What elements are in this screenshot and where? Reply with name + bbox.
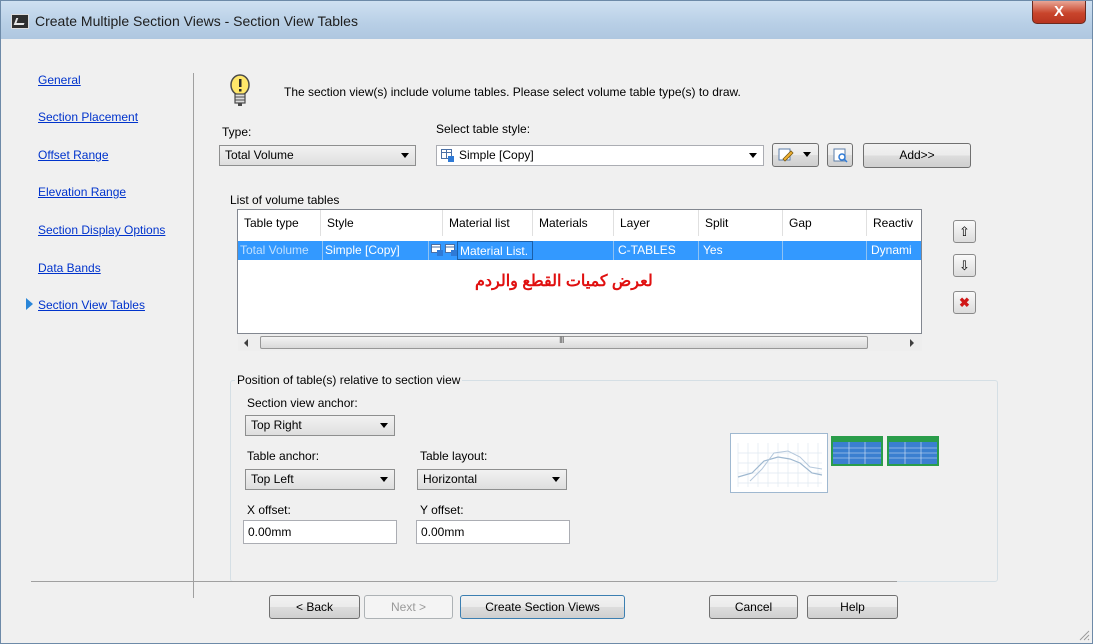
nav-item-section-placement[interactable]: Section Placement (38, 110, 138, 124)
table-layout-select[interactable]: Horizontal (417, 469, 567, 490)
app-icon (11, 14, 29, 29)
table-style-value: Simple [Copy] (459, 148, 534, 162)
table-anchor-value: Top Left (251, 472, 294, 486)
layout-preview-image (730, 433, 939, 493)
cell-split[interactable]: Yes (699, 241, 783, 260)
chevron-down-icon (380, 423, 388, 428)
section-view-anchor-value: Top Right (251, 418, 302, 432)
nav-item-data-bands[interactable]: Data Bands (38, 261, 101, 275)
help-button[interactable]: Help (807, 595, 898, 619)
pick-style-icon (833, 148, 848, 163)
pick-style-button[interactable] (827, 143, 853, 167)
cell-material-list[interactable]: Material List. (457, 241, 533, 260)
table-anchor-label: Table anchor: (247, 449, 320, 463)
add-button[interactable]: Add>> (863, 143, 971, 168)
type-label: Type: (222, 125, 252, 139)
x-offset-label: X offset: (247, 503, 291, 517)
nav-item-offset-range[interactable]: Offset Range (38, 148, 109, 162)
close-button[interactable]: X (1032, 1, 1086, 24)
resize-grip-icon[interactable] (1078, 629, 1090, 641)
column-header-gap[interactable]: Gap (783, 210, 867, 236)
cell-gap[interactable] (783, 241, 867, 260)
column-header-table-type[interactable]: Table type (238, 210, 321, 236)
cell-layer[interactable]: C-TABLES (614, 241, 699, 260)
back-button[interactable]: < Back (269, 595, 360, 619)
dialog-window: Create Multiple Section Views - Section … (0, 0, 1093, 644)
nav-item-section-view-tables[interactable]: Section View Tables (38, 298, 145, 312)
edit-style-icon (778, 148, 794, 162)
nav-divider (193, 73, 194, 598)
table-style-icon (441, 149, 454, 162)
y-offset-input[interactable]: 0.00mm (416, 520, 570, 544)
table-style-icon (431, 244, 443, 256)
column-header-materials[interactable]: Materials (533, 210, 614, 236)
material-list-icon (445, 244, 457, 256)
table-layout-value: Horizontal (423, 472, 478, 486)
x-offset-input[interactable]: 0.00mm (243, 520, 397, 544)
chevron-down-icon (401, 153, 409, 158)
next-button[interactable]: Next > (364, 595, 453, 619)
column-header-reactivity[interactable]: Reactiv (867, 210, 921, 236)
cell-table-type[interactable]: Total Volume (238, 241, 323, 260)
title-bar: Create Multiple Section Views - Section … (1, 1, 1092, 39)
section-view-anchor-label: Section view anchor: (247, 396, 358, 410)
current-page-arrow-icon (26, 298, 33, 310)
table-style-select[interactable]: Simple [Copy] (436, 145, 764, 166)
cancel-button[interactable]: Cancel (709, 595, 798, 619)
chevron-down-icon (749, 153, 757, 158)
scroll-right-icon[interactable] (910, 339, 914, 347)
chevron-down-icon (803, 152, 811, 157)
annotation-text: لعرض كميات القطع والردم (475, 273, 653, 290)
type-select[interactable]: Total Volume (219, 145, 416, 166)
table-style-label: Select table style: (436, 122, 531, 136)
table-layout-label: Table layout: (420, 449, 488, 463)
nav-item-section-display-options[interactable]: Section Display Options (38, 223, 165, 237)
delete-button[interactable]: ✖ (953, 291, 976, 314)
cell-reactivity[interactable]: Dynami (867, 241, 921, 260)
move-up-button[interactable]: ⇧ (953, 220, 976, 243)
section-view-anchor-select[interactable]: Top Right (245, 415, 395, 436)
position-group-label: Position of table(s) relative to section… (235, 373, 463, 387)
scroll-left-icon[interactable] (244, 339, 248, 347)
nav-item-elevation-range[interactable]: Elevation Range (38, 185, 126, 199)
volume-tables-label: List of volume tables (228, 193, 342, 207)
column-header-style[interactable]: Style (321, 210, 443, 236)
table-anchor-select[interactable]: Top Left (245, 469, 395, 490)
move-down-button[interactable]: ⇩ (953, 254, 976, 277)
column-header-layer[interactable]: Layer (614, 210, 699, 236)
chevron-down-icon (552, 477, 560, 482)
scroll-grip: III (559, 335, 564, 345)
footer-divider (31, 581, 897, 582)
edit-style-button[interactable] (772, 143, 819, 167)
create-section-views-button[interactable]: Create Section Views (460, 595, 625, 619)
info-message: The section view(s) include volume table… (284, 85, 741, 99)
chevron-down-icon (380, 477, 388, 482)
column-header-split[interactable]: Split (699, 210, 783, 236)
y-offset-label: Y offset: (420, 503, 464, 517)
nav-item-general[interactable]: General (38, 73, 81, 87)
lightbulb-icon (230, 74, 250, 106)
window-title: Create Multiple Section Views - Section … (35, 13, 358, 29)
type-select-value: Total Volume (225, 148, 294, 162)
cell-style[interactable]: Simple [Copy] (323, 241, 429, 260)
cell-materials[interactable] (533, 241, 614, 260)
scroll-thumb[interactable]: III (260, 335, 868, 349)
horizontal-scrollbar[interactable]: III (238, 334, 922, 351)
column-header-material-list[interactable]: Material list (443, 210, 533, 236)
